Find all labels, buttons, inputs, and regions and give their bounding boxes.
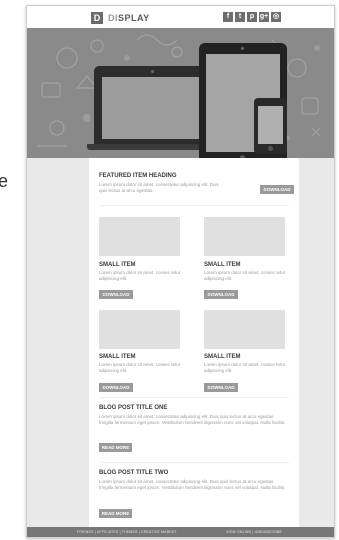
footer-links[interactable]: FRIENDS | AFFILIATES | THEMES | CREATIVE… [77, 529, 177, 535]
pinterest-icon[interactable]: p [247, 12, 257, 22]
featured-heading: FEATURED ITEM HEADING [99, 173, 177, 179]
email-template-preview: D DISPLAY f t p g+ ◎ FEATURED ITEM HEADI… [26, 5, 335, 538]
laptop-camera [151, 70, 154, 73]
logo-wordmark-rest: SPLAY [118, 13, 150, 23]
phone-screen [258, 106, 283, 144]
email-header: D DISPLAY f t p g+ ◎ [27, 6, 334, 28]
divider [99, 397, 289, 398]
phone-home-button [268, 146, 273, 151]
small-item-text: Lorem ipsum dolor sit amet, consec tetur… [204, 270, 286, 281]
small-item-download-button[interactable]: DOWNLOAD [99, 290, 133, 299]
small-item-title: SMALL ITEM [99, 262, 136, 268]
logo-wordmark-first: DI [108, 13, 118, 23]
laptop-illustration [94, 66, 212, 144]
hero-banner [27, 28, 334, 158]
featured-text: Lorem ipsum dolor sit amet, consectetur … [99, 182, 219, 193]
small-item-title: SMALL ITEM [99, 354, 136, 360]
blog-post-excerpt: Lorem ipsum dolor sit amet, consectetur … [99, 479, 286, 490]
footer-unsubscribe-links[interactable]: VIEW ONLINE | UNSUBSCRIBE [226, 529, 282, 535]
divider [99, 205, 289, 206]
email-footer: FRIENDS | AFFILIATES | THEMES | CREATIVE… [27, 527, 334, 537]
facebook-icon[interactable]: f [223, 12, 233, 22]
phone-illustration [254, 98, 287, 154]
logo-wordmark[interactable]: DISPLAY [108, 12, 150, 24]
blog-post-excerpt: Lorem ipsum dolor sit amet, consectetur … [99, 414, 286, 425]
small-item-download-button[interactable]: DOWNLOAD [204, 290, 238, 299]
small-item-image [99, 217, 180, 256]
twitter-icon[interactable]: t [235, 12, 245, 22]
small-item-image [204, 310, 285, 349]
read-more-button[interactable]: READ MORE [99, 509, 132, 518]
divider [99, 462, 289, 463]
small-item-title: SMALL ITEM [204, 262, 241, 268]
featured-download-button[interactable]: DOWNLOAD [260, 185, 294, 194]
blog-post-title[interactable]: BLOG POST TITLE ONE [99, 404, 167, 412]
small-item-download-button[interactable]: DOWNLOAD [99, 383, 133, 392]
small-item-text: Lorem ipsum dolor sit amet, consec tetur… [204, 362, 286, 373]
blog-post-title[interactable]: BLOG POST TITLE TWO [99, 469, 168, 477]
small-item-download-button[interactable]: DOWNLOAD [204, 383, 238, 392]
instagram-icon[interactable]: ◎ [271, 12, 281, 22]
small-item-text: Lorem ipsum dolor sit amet, consec tetur… [99, 362, 181, 373]
small-item-text: Lorem ipsum dolor sit amet, consec tetur… [99, 270, 181, 281]
laptop-screen [102, 77, 204, 139]
small-item-image [99, 310, 180, 349]
read-more-button[interactable]: READ MORE [99, 443, 132, 452]
small-item-image [204, 217, 285, 256]
tablet-camera [241, 47, 244, 50]
logo-icon: D [91, 12, 103, 24]
left-edge-text: e [0, 171, 9, 191]
google-plus-icon[interactable]: g+ [259, 12, 269, 22]
small-item-title: SMALL ITEM [204, 354, 241, 360]
email-content: FEATURED ITEM HEADING Lorem ipsum dolor … [89, 158, 299, 527]
